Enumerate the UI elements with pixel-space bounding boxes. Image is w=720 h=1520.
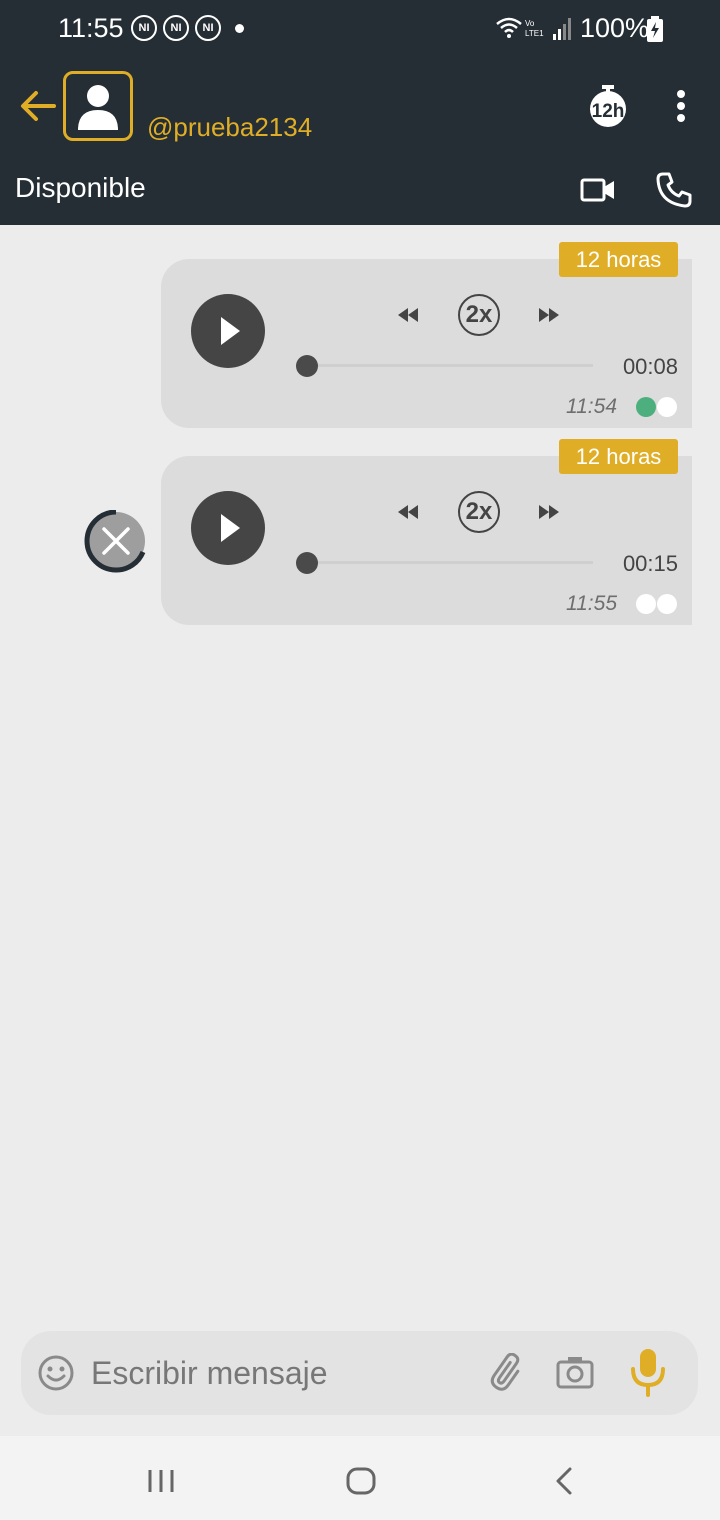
home-icon[interactable] <box>345 1466 377 1496</box>
status-bar: 11:55 NI NI NI Vo LTE1 100% <box>0 0 720 60</box>
audio-duration: 00:15 <box>622 551 678 576</box>
microphone-icon[interactable] <box>628 1347 668 1397</box>
notification-dot <box>235 24 244 33</box>
audio-progress-track[interactable] <box>306 364 593 367</box>
phone-call-icon[interactable] <box>655 171 693 209</box>
play-button[interactable] <box>191 294 265 368</box>
audio-progress-handle[interactable] <box>296 552 318 574</box>
contact-avatar[interactable] <box>63 71 133 141</box>
message-composer <box>21 1331 698 1415</box>
message-time: 11:55 <box>566 592 617 615</box>
timer-label: 12h <box>592 101 625 122</box>
svg-text:Vo: Vo <box>525 19 535 28</box>
status-time: 11:55 <box>58 13 124 43</box>
battery-level: 100% <box>580 13 650 43</box>
expiry-badge: 12 horas <box>559 242 678 277</box>
fast-forward-icon[interactable] <box>537 502 561 522</box>
notification-icon: NI <box>131 15 157 41</box>
sent-tick-icon <box>657 594 677 614</box>
contact-username[interactable]: @prueba2134 <box>147 112 312 143</box>
delivery-status <box>636 397 680 417</box>
notification-icon: NI <box>195 15 221 41</box>
user-silhouette-icon <box>78 85 118 130</box>
audio-progress-track[interactable] <box>306 561 593 564</box>
sent-tick-icon <box>636 594 656 614</box>
message-input[interactable] <box>91 1349 471 1397</box>
emoji-icon[interactable] <box>37 1354 75 1392</box>
message-time: 11:54 <box>566 395 617 418</box>
app-header: 11:55 NI NI NI Vo LTE1 100% @prueba2134 … <box>0 0 720 225</box>
recent-apps-icon[interactable] <box>146 1468 176 1494</box>
rewind-icon[interactable] <box>396 502 420 522</box>
back-nav-icon[interactable] <box>552 1466 576 1496</box>
attachment-icon[interactable] <box>488 1353 528 1393</box>
video-call-icon[interactable] <box>580 175 616 205</box>
audio-progress-handle[interactable] <box>296 355 318 377</box>
system-navigation-bar <box>0 1436 720 1520</box>
notification-icon: NI <box>163 15 189 41</box>
fast-forward-icon[interactable] <box>537 305 561 325</box>
camera-icon[interactable] <box>556 1355 594 1389</box>
read-tick-icon <box>657 397 677 417</box>
more-options-icon[interactable] <box>668 88 694 124</box>
play-icon <box>221 317 240 345</box>
cancel-upload-icon[interactable] <box>83 510 149 576</box>
battery-charging-icon <box>647 16 663 42</box>
delivery-status <box>636 594 680 614</box>
rewind-icon[interactable] <box>396 305 420 325</box>
expiry-badge: 12 horas <box>559 439 678 474</box>
svg-text:LTE1: LTE1 <box>525 29 544 38</box>
delivered-tick-icon <box>636 397 656 417</box>
self-destruct-timer-icon[interactable]: 12h <box>586 84 630 130</box>
signal-icons: Vo LTE1 <box>496 17 571 40</box>
audio-duration: 00:08 <box>622 354 678 379</box>
voice-message-bubble: 2x 00:15 11:55 <box>161 456 692 625</box>
play-button[interactable] <box>191 491 265 565</box>
contact-status: Disponible <box>15 172 146 203</box>
play-icon <box>221 514 240 542</box>
voice-message-bubble: 2x 00:08 11:54 <box>161 259 692 428</box>
back-arrow-icon[interactable] <box>18 86 58 126</box>
playback-speed-button[interactable]: 2x <box>458 491 500 533</box>
playback-speed-button[interactable]: 2x <box>458 294 500 336</box>
